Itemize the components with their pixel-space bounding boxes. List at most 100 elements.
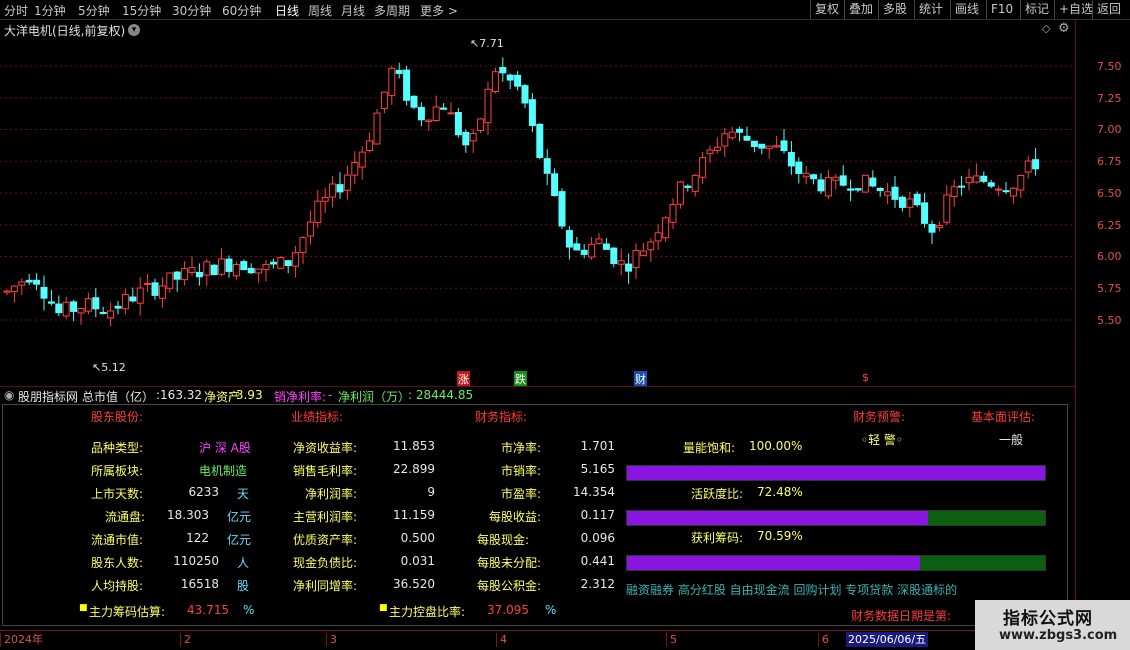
candle-body xyxy=(151,282,159,296)
candle-body xyxy=(958,185,966,188)
period-tab-more[interactable]: 更多 > xyxy=(420,2,458,19)
adjust-button[interactable]: 复权 xyxy=(810,0,843,19)
candle-body xyxy=(484,88,492,124)
candle-body xyxy=(839,175,847,186)
candle-body xyxy=(713,146,721,151)
statistics-button[interactable]: 统计 xyxy=(914,0,947,19)
candle xyxy=(62,296,70,319)
candle xyxy=(351,151,359,185)
candle xyxy=(225,255,233,278)
candle-body xyxy=(440,107,448,110)
draw-line-button[interactable]: 画线 xyxy=(950,0,983,19)
period-tab-5min[interactable]: 5分钟 xyxy=(78,2,110,19)
candle xyxy=(499,57,507,82)
candle xyxy=(33,273,41,291)
candlestick-chart[interactable]: ↖7.71 ↖5.12 xyxy=(0,36,1075,386)
back-button[interactable]: 返回 xyxy=(1092,0,1125,19)
candle xyxy=(262,260,270,282)
candle-body xyxy=(70,301,78,312)
candle-body xyxy=(891,186,899,200)
candle-body xyxy=(55,303,63,314)
candle-body xyxy=(935,225,943,229)
date-label: 4 xyxy=(496,633,507,647)
finance-report-marker[interactable]: 财 xyxy=(634,371,647,387)
add-watchlist-button[interactable]: +自选 xyxy=(1054,0,1097,19)
candle-body xyxy=(921,202,929,224)
candle-body xyxy=(602,243,610,250)
candle-body xyxy=(706,149,714,155)
candle xyxy=(824,169,832,200)
candle-body xyxy=(292,252,300,267)
candle-body xyxy=(551,173,559,197)
candle-body xyxy=(299,237,307,253)
period-tab-15min[interactable]: 15分钟 xyxy=(122,2,161,19)
date-label: 2024年 xyxy=(0,633,43,647)
dividend-marker[interactable]: $ xyxy=(862,371,869,384)
fundamental-header: 基本面评估: xyxy=(971,410,1036,424)
main-chip-unit: % xyxy=(243,603,255,617)
candle-body xyxy=(432,106,440,122)
candle xyxy=(247,263,255,275)
mark-button[interactable]: 标记 xyxy=(1020,0,1053,19)
candle-body xyxy=(972,175,980,183)
price-tick: 5.75 xyxy=(1097,282,1122,295)
chevron-right-icon: > xyxy=(447,4,458,18)
col2-label: 净资收益率: xyxy=(293,441,358,455)
candle-body xyxy=(454,112,462,136)
candle-body xyxy=(358,151,366,168)
candle-body xyxy=(25,279,33,283)
col1-value: 18.303 xyxy=(167,508,209,522)
candle-body xyxy=(366,140,374,152)
candle xyxy=(602,238,610,250)
candle xyxy=(854,188,862,193)
candle-body xyxy=(92,297,100,310)
candle xyxy=(699,151,707,184)
col2-value: 11.159 xyxy=(393,508,435,522)
candle-body xyxy=(765,145,773,150)
period-tab-weekly[interactable]: 周线 xyxy=(308,2,332,19)
candle-body xyxy=(758,143,766,149)
fundamental-info-panel: 股东股份: 业绩指标: 财务指标: 财务预警: 基本面评估: ◦轻 警◦ 一般 … xyxy=(2,404,1068,626)
period-tab-30min[interactable]: 30分钟 xyxy=(172,2,211,19)
candle xyxy=(329,175,337,208)
chevron-down-icon[interactable]: ▾ xyxy=(128,24,140,36)
col3-label: 每股公积金: xyxy=(477,579,542,593)
candle xyxy=(965,168,973,191)
candle-body xyxy=(580,249,588,255)
period-tab-1min[interactable]: 1分钟 xyxy=(34,2,66,19)
period-tab-monthly[interactable]: 月线 xyxy=(341,2,365,19)
candle xyxy=(277,256,285,270)
candle xyxy=(847,179,855,202)
candle-body xyxy=(469,133,477,142)
candle xyxy=(114,300,122,315)
period-toolbar: 分时 1分钟 5分钟 15分钟 30分钟 60分钟 日线 周线 月线 多周期 更… xyxy=(0,0,1130,20)
period-tab-multi[interactable]: 多周期 xyxy=(374,2,410,19)
limit-up-marker[interactable]: 涨 xyxy=(457,371,470,387)
candle-body xyxy=(913,193,921,206)
candle xyxy=(255,268,263,283)
candle xyxy=(484,81,492,135)
period-tab-60min[interactable]: 60分钟 xyxy=(222,2,261,19)
candle-body xyxy=(181,268,189,281)
candle xyxy=(551,168,559,197)
period-tab-timeshare[interactable]: 分时 xyxy=(4,2,28,19)
candle xyxy=(491,67,499,94)
period-tab-daily[interactable]: 日线 xyxy=(275,2,299,19)
profit-chip-label: 获利筹码: xyxy=(691,531,744,545)
collapse-toggle-icon[interactable]: ◉ xyxy=(4,388,14,402)
multi-stock-button[interactable]: 多股 xyxy=(878,0,911,19)
candle xyxy=(314,189,322,228)
f10-button[interactable]: F10 xyxy=(986,0,1017,19)
diamond-icon[interactable]: ◇ xyxy=(1042,22,1050,35)
candle-body xyxy=(499,66,507,74)
limit-down-marker[interactable]: 跌 xyxy=(514,371,527,387)
candle xyxy=(284,260,292,274)
candle xyxy=(70,299,78,322)
gear-icon[interactable]: ⚙ xyxy=(1058,21,1070,36)
candle xyxy=(10,285,18,303)
price-tick: 7.00 xyxy=(1097,123,1122,136)
overlay-button[interactable]: 叠加 xyxy=(844,0,877,19)
fundamental-value: 一般 xyxy=(999,433,1024,447)
candle-body xyxy=(240,261,248,271)
candle-body xyxy=(750,140,758,148)
